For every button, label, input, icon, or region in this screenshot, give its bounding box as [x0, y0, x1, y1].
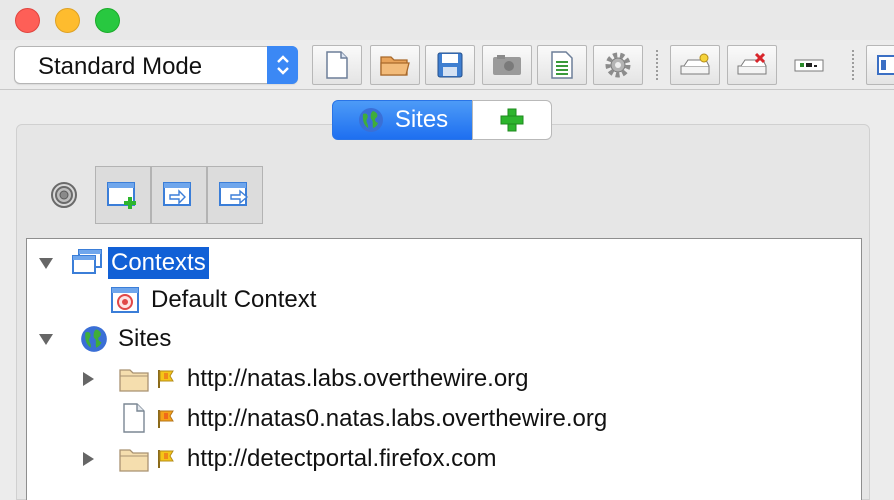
break-on-request-button[interactable]: [670, 45, 720, 85]
folder-icon: [119, 449, 149, 472]
plus-icon: [500, 108, 524, 132]
main-toolbar: Standard Mode: [0, 40, 894, 90]
clear-breakpoints-button[interactable]: [727, 45, 777, 85]
chevron-updown-icon[interactable]: [267, 46, 298, 84]
disclosure-expanded-icon[interactable]: [38, 331, 54, 347]
tree-node-label: http://natas.labs.overthewire.org: [187, 365, 529, 392]
tab-sites-label: Sites: [394, 106, 449, 133]
flag-icon: [158, 450, 174, 468]
tree-node-site[interactable]: http://detectportal.firefox.com: [27, 441, 861, 477]
new-context-button[interactable]: [95, 166, 151, 224]
mode-select-value: Standard Mode: [38, 53, 203, 80]
new-session-button[interactable]: [312, 45, 362, 85]
disclosure-collapsed-icon[interactable]: [80, 451, 96, 467]
save-floppy-icon: [437, 52, 463, 78]
tree-node-label: Default Context: [151, 286, 317, 313]
show-tab-bar-button[interactable]: [794, 57, 824, 78]
minimize-window-button[interactable]: [55, 8, 80, 33]
options-button[interactable]: [593, 45, 643, 85]
tree-node-default-context[interactable]: Default Context: [27, 282, 861, 318]
target-icon[interactable]: [50, 181, 78, 209]
export-icon: [219, 182, 249, 206]
import-icon: [163, 182, 191, 206]
toolbar-separator: [656, 50, 658, 80]
tree-node-label: Sites: [118, 325, 172, 352]
title-bar: [0, 0, 894, 40]
camera-icon: [493, 55, 521, 75]
folder-icon: [119, 369, 149, 392]
mode-select[interactable]: Standard Mode: [14, 46, 298, 84]
tree-node-site[interactable]: http://natas.labs.overthewire.org: [27, 361, 861, 397]
gear-icon: [605, 52, 631, 78]
new-file-icon: [326, 51, 348, 79]
breakpoint-icon: [680, 53, 710, 75]
tree-node-site[interactable]: http://natas0.natas.labs.overthewire.org: [27, 401, 861, 437]
sites-tree: Contexts Default Context Sites http://na…: [26, 238, 862, 500]
toolbar-separator: [852, 50, 854, 80]
flag-icon: [158, 410, 174, 428]
tree-node-label: http://detectportal.firefox.com: [187, 445, 497, 472]
session-properties-button[interactable]: [537, 45, 587, 85]
maximize-window-button[interactable]: [95, 8, 120, 33]
tree-node-contexts[interactable]: Contexts: [27, 245, 861, 281]
properties-document-icon: [551, 51, 573, 79]
page-icon: [123, 403, 145, 433]
disclosure-collapsed-icon[interactable]: [80, 371, 96, 387]
open-session-button[interactable]: [370, 45, 420, 85]
tree-node-label: Contexts: [108, 247, 209, 279]
save-session-button[interactable]: [425, 45, 475, 85]
layout-icon: [877, 55, 894, 75]
add-tab-button[interactable]: [472, 100, 552, 140]
status-bar-icon: [794, 59, 824, 72]
globe-icon: [81, 326, 107, 352]
tab-sites[interactable]: Sites: [332, 100, 473, 140]
contexts-icon: [72, 249, 102, 274]
disclosure-expanded-icon[interactable]: [38, 255, 54, 271]
close-window-button[interactable]: [15, 8, 40, 33]
folder-open-icon: [380, 56, 410, 76]
context-target-icon: [111, 287, 139, 313]
globe-icon: [358, 108, 383, 132]
import-context-button[interactable]: [151, 166, 207, 224]
tree-node-label: http://natas0.natas.labs.overthewire.org: [187, 405, 608, 432]
tree-node-sites[interactable]: Sites: [27, 321, 861, 357]
breakpoint-remove-icon: [737, 52, 767, 75]
new-context-icon: [107, 182, 136, 209]
layout-button[interactable]: [866, 45, 894, 85]
flag-icon: [158, 370, 174, 388]
snapshot-button[interactable]: [482, 45, 532, 85]
export-context-button[interactable]: [207, 166, 263, 224]
